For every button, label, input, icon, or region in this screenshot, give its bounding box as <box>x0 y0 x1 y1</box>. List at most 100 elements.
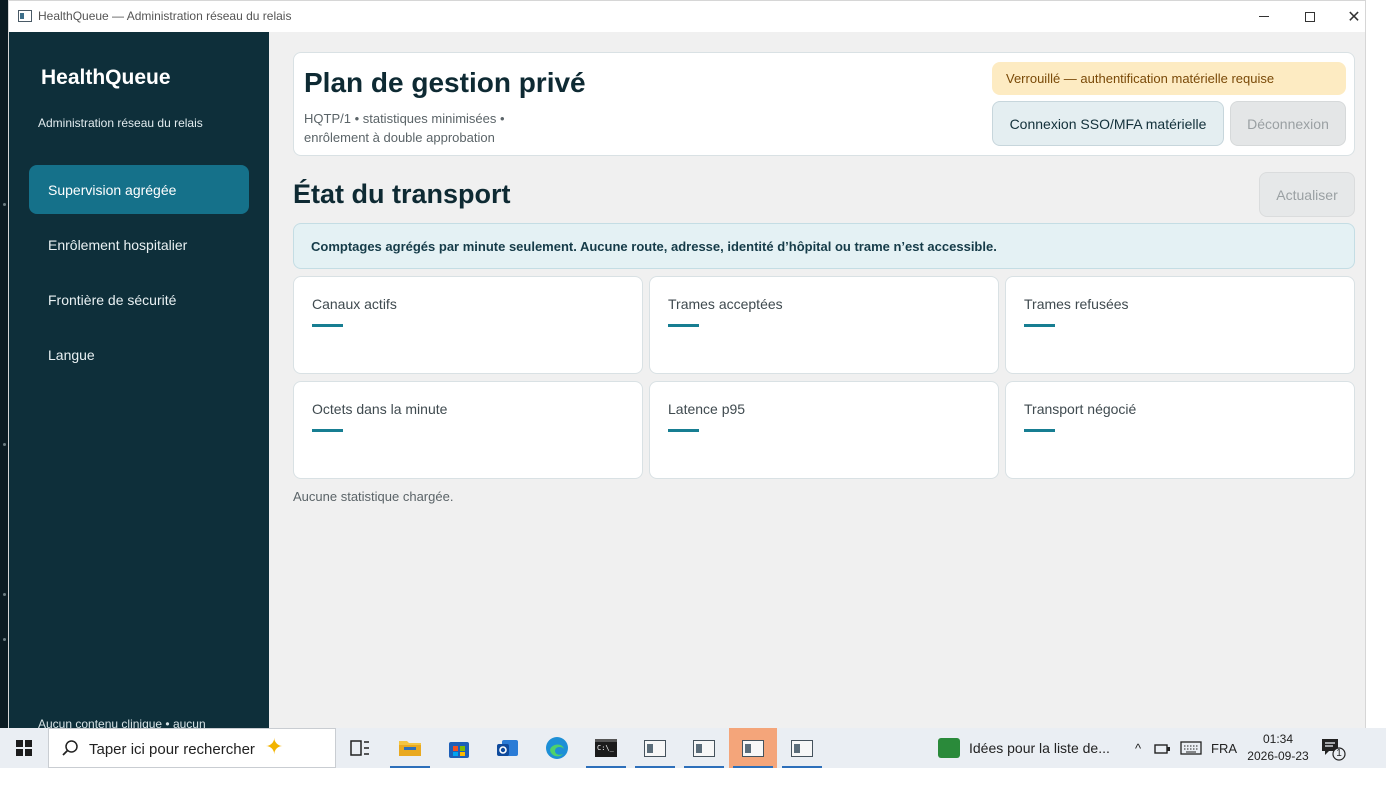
page-title: Plan de gestion privé <box>304 67 586 98</box>
app-window: HealthQueue — Administration réseau du r… <box>8 0 1366 728</box>
title-bar[interactable]: HealthQueue — Administration réseau du r… <box>9 1 1365 32</box>
stat-label: Canaux actifs <box>312 296 397 312</box>
stat-card-transport: Transport négocié <box>1005 381 1355 479</box>
stat-value-empty <box>312 429 343 432</box>
sidebar-item-label: Enrôlement hospitalier <box>48 236 188 253</box>
edge-icon <box>546 737 568 759</box>
stat-value-empty <box>1024 324 1055 327</box>
keyboard-icon <box>1180 741 1202 755</box>
notification-count: 1 <box>1336 748 1342 759</box>
info-banner: Comptages agrégés par minute seulement. … <box>293 223 1355 269</box>
stat-label: Transport négocié <box>1024 401 1137 417</box>
task-view-button[interactable] <box>336 728 384 768</box>
clock-date: 2026-09-23 <box>1247 749 1309 763</box>
stat-label: Trames refusées <box>1024 296 1129 312</box>
brand-subtitle: Administration réseau du relais <box>38 116 203 130</box>
language-indicator: FRA <box>1211 740 1237 756</box>
stat-card-octets: Octets dans la minute <box>293 381 643 479</box>
stat-card-refusees: Trames refusées <box>1005 276 1355 374</box>
taskbar-app-window[interactable] <box>631 728 679 768</box>
sidebar-item-supervision[interactable]: Supervision agrégée <box>29 165 249 214</box>
taskbar-store[interactable] <box>435 728 483 768</box>
taskbar-app-window[interactable] <box>680 728 728 768</box>
maximize-icon <box>1305 11 1315 22</box>
taskbar-file-explorer[interactable] <box>386 728 434 768</box>
tray-keyboard[interactable] <box>1178 728 1204 768</box>
notification-icon <box>1322 739 1346 761</box>
notification-center-button[interactable]: 1 <box>1318 736 1348 762</box>
sidebar-footer: Aucun contenu clinique • aucun <box>38 717 206 728</box>
background-window-strip <box>0 0 8 728</box>
stat-label: Latence p95 <box>668 401 746 417</box>
terminal-icon: C:\_ <box>595 739 617 757</box>
app-window-icon <box>644 739 666 757</box>
background-dot <box>3 443 6 446</box>
minimize-icon <box>1259 16 1269 17</box>
taskbar-terminal[interactable]: C:\_ <box>582 728 630 768</box>
start-button[interactable] <box>0 728 48 768</box>
header-card: Plan de gestion privé HQTP/1 • statistiq… <box>293 52 1355 156</box>
stat-card-latence: Latence p95 <box>649 381 999 479</box>
search-placeholder: Taper ici pour rechercher <box>89 741 255 758</box>
window-title: HealthQueue — Administration réseau du r… <box>38 9 292 23</box>
page-subtitle: enrôlement à double approbation <box>304 130 495 145</box>
close-icon: ✕ <box>1347 8 1361 26</box>
close-button[interactable]: ✕ <box>1331 1 1365 32</box>
brand-name: HealthQueue <box>41 66 171 89</box>
tray-language[interactable]: FRA <box>1208 728 1240 768</box>
svg-text:C:\_: C:\_ <box>597 744 615 752</box>
app-window-icon <box>742 739 764 757</box>
taskbar-app-window[interactable] <box>778 728 826 768</box>
store-icon <box>449 742 469 758</box>
sidebar-item-enrolement[interactable]: Enrôlement hospitalier <box>29 220 249 269</box>
clock-time: 01:34 <box>1262 732 1294 746</box>
taskbar-search[interactable]: Taper ici pour rechercher ✦ <box>48 728 336 768</box>
sidebar-item-securite[interactable]: Frontière de sécurité <box>29 275 249 324</box>
task-view-icon <box>350 740 369 756</box>
app-window-icon <box>693 739 715 757</box>
sidebar-item-langue[interactable]: Langue <box>29 330 249 379</box>
sparkle-icon: ✦ <box>265 734 284 759</box>
lock-status-badge: Verrouillé — authentification matérielle… <box>992 62 1346 95</box>
search-icon <box>62 740 78 756</box>
section-title: État du transport <box>293 179 511 209</box>
main-content: Plan de gestion privé HQTP/1 • statistiq… <box>269 32 1365 728</box>
app-icon <box>18 10 32 22</box>
widget-label: Idées pour la liste de... <box>969 740 1110 756</box>
stat-label: Trames acceptées <box>668 296 783 312</box>
status-text: Aucune statistique chargée. <box>293 489 454 504</box>
taskbar-outlook[interactable] <box>484 728 532 768</box>
taskbar: Taper ici pour rechercher ✦ C:\_ Idées p… <box>0 728 1386 768</box>
page-subtitle: HQTP/1 • statistiques minimisées • <box>304 111 505 126</box>
taskbar-edge[interactable] <box>533 728 581 768</box>
folder-icon <box>399 741 421 756</box>
taskbar-app-window-active[interactable] <box>729 728 777 768</box>
tray-network[interactable] <box>1152 728 1174 768</box>
background-dot <box>3 203 6 206</box>
taskbar-widget[interactable]: Idées pour la liste de... <box>930 728 1120 768</box>
tray-chevron[interactable]: ^ <box>1128 728 1148 768</box>
stat-label: Octets dans la minute <box>312 401 448 417</box>
app-window-icon <box>791 739 813 757</box>
stat-value-empty <box>1024 429 1055 432</box>
widget-icon <box>938 738 960 758</box>
stat-value-empty <box>668 429 699 432</box>
outlook-icon <box>497 740 518 756</box>
sidebar-item-label: Langue <box>48 346 95 363</box>
sidebar: HealthQueue Administration réseau du rel… <box>9 32 269 728</box>
windows-logo-icon <box>16 740 32 756</box>
sso-login-button[interactable]: Connexion SSO/MFA matérielle <box>992 101 1224 146</box>
refresh-button[interactable]: Actualiser <box>1259 172 1355 217</box>
background-dot <box>3 638 6 641</box>
maximize-button[interactable] <box>1287 1 1333 32</box>
stat-value-empty <box>668 324 699 327</box>
sidebar-item-label: Supervision agrégée <box>48 181 177 198</box>
desktop: HealthQueue — Administration réseau du r… <box>0 0 1386 788</box>
taskbar-clock[interactable]: 01:34 2026-09-23 <box>1240 731 1316 765</box>
chevron-up-icon: ^ <box>1134 740 1142 756</box>
stat-card-acceptees: Trames acceptées <box>649 276 999 374</box>
minimize-button[interactable] <box>1241 1 1287 32</box>
network-icon <box>1154 744 1170 754</box>
background-dot <box>3 593 6 596</box>
logout-button[interactable]: Déconnexion <box>1230 101 1346 146</box>
